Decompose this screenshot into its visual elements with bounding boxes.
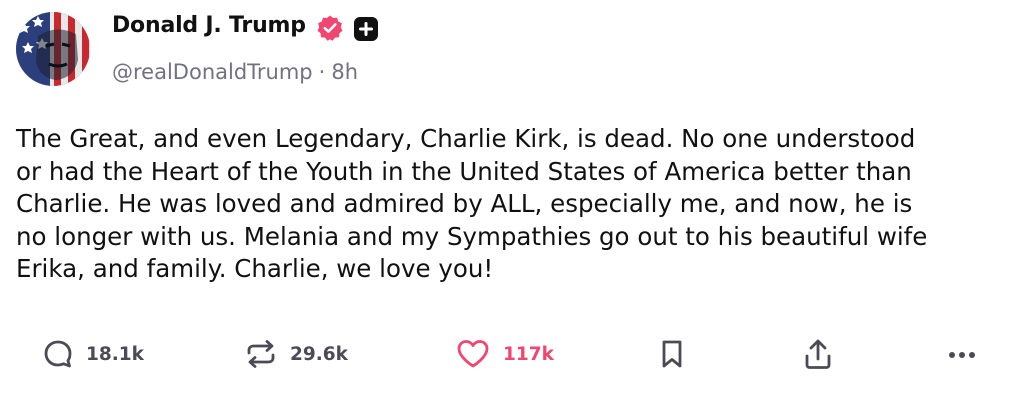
- post-text-line: or had the Heart of the Youth in the Uni…: [16, 156, 912, 186]
- repost-button[interactable]: 29.6k: [244, 336, 348, 372]
- avatar-image: [16, 12, 90, 86]
- post-text-line: no longer with us. Melania and my Sympat…: [16, 221, 928, 251]
- avatar[interactable]: [16, 12, 90, 86]
- more-icon: [949, 352, 975, 358]
- post-card: Donald J. Trump @realDonaldTrump · 8h The …: [0, 0, 1024, 408]
- repost-count: 29.6k: [290, 343, 348, 365]
- like-count: 117k: [503, 343, 554, 365]
- meta-separator: ·: [318, 60, 326, 84]
- heart-icon: [457, 340, 489, 368]
- bookmark-button[interactable]: [658, 336, 686, 372]
- author-meta: @realDonaldTrump · 8h: [112, 60, 358, 84]
- plus-badge-icon: [354, 17, 378, 41]
- repost-icon: [247, 340, 275, 368]
- bookmark-icon: [662, 340, 682, 368]
- share-icon: [805, 339, 831, 369]
- reply-icon: [44, 340, 72, 368]
- post-text: The Great, and even Legendary, Charlie K…: [16, 123, 1006, 286]
- like-button[interactable]: 117k: [455, 336, 554, 372]
- verified-badge-icon: [317, 15, 343, 41]
- post-text-line: Charlie. He was loved and admired by ALL…: [16, 189, 913, 218]
- more-options-button[interactable]: [944, 336, 980, 372]
- reply-button[interactable]: 18.1k: [42, 336, 144, 372]
- author-handle[interactable]: @realDonaldTrump: [112, 60, 313, 84]
- post-timestamp[interactable]: 8h: [331, 60, 358, 84]
- author-display-name[interactable]: Donald J. Trump: [112, 13, 306, 38]
- post-text-line: Erika, and family. Charlie, we love you!: [16, 254, 494, 283]
- share-button[interactable]: [802, 336, 834, 372]
- reply-count: 18.1k: [86, 343, 144, 365]
- post-text-line: The Great, and even Legendary, Charlie K…: [16, 124, 916, 153]
